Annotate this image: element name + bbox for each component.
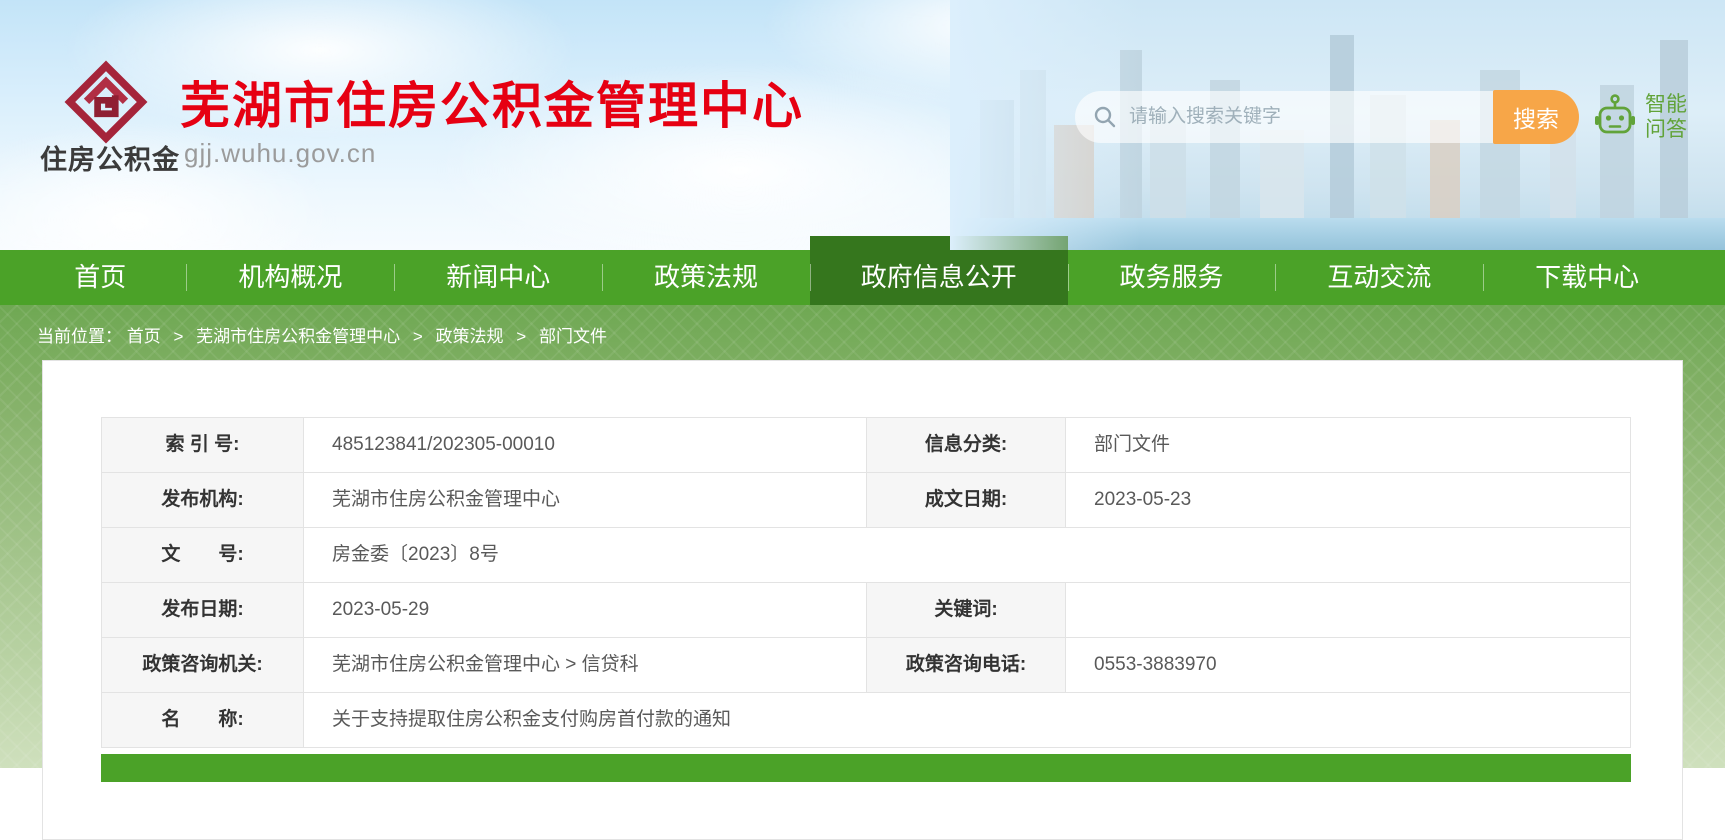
table-row: 发布日期: 2023-05-29 关键词: — [102, 583, 1630, 638]
site-header: 住房公积金 芜湖市住房公积金管理中心 gjj.wuhu.gov.cn 搜索 智能… — [0, 0, 1725, 250]
breadcrumb-home[interactable]: 首页 — [127, 327, 161, 346]
breadcrumb-current: 部门文件 — [539, 327, 607, 346]
robot-icon — [1594, 94, 1636, 140]
content-card: 索 引 号: 485123841/202305-00010 信息分类: 部门文件… — [42, 360, 1683, 840]
field-label-publish-date: 发布日期: — [102, 583, 304, 637]
field-value-issuing-agency: 芜湖市住房公积金管理中心 — [304, 473, 867, 527]
field-value-doc-number: 房金委〔2023〕8号 — [304, 528, 1632, 582]
field-label-consult-agency: 政策咨询机关: — [102, 638, 304, 692]
search-input[interactable] — [1129, 97, 1493, 137]
site-title: 芜湖市住房公积金管理中心 — [180, 66, 804, 138]
field-value-consult-phone: 0553-3883970 — [1066, 638, 1632, 692]
field-value-info-category: 部门文件 — [1066, 418, 1632, 472]
field-label-index-number: 索 引 号: — [102, 418, 304, 472]
field-label-keywords: 关键词: — [867, 583, 1066, 637]
field-value-keywords — [1066, 583, 1632, 637]
breadcrumb-policies[interactable]: 政策法规 — [436, 327, 504, 346]
main-nav: 首页 机构概况 新闻中心 政策法规 政府信息公开 政务服务 互动交流 下载中心 — [0, 250, 1725, 305]
field-label-written-date: 成文日期: — [867, 473, 1066, 527]
nav-item-interaction[interactable]: 互动交流 — [1275, 250, 1483, 305]
smart-qa-link[interactable]: 智能 问答 — [1594, 92, 1687, 142]
nav-inner: 首页 机构概况 新闻中心 政策法规 政府信息公开 政务服务 互动交流 下载中心 — [0, 250, 1725, 305]
table-row: 名 称: 关于支持提取住房公积金支付购房首付款的通知 — [102, 693, 1630, 748]
breadcrumb: 当前位置： 首页 > 芜湖市住房公积金管理中心 > 政策法规 > 部门文件 — [37, 322, 607, 347]
breadcrumb-separator: > — [516, 327, 526, 346]
logo-caption: 住房公积金 — [40, 138, 190, 177]
document-info-table: 索 引 号: 485123841/202305-00010 信息分类: 部门文件… — [101, 417, 1631, 748]
nav-item-downloads[interactable]: 下载中心 — [1483, 250, 1691, 305]
breadcrumb-separator: > — [413, 327, 423, 346]
document-section-bar — [101, 754, 1631, 782]
field-value-publish-date: 2023-05-29 — [304, 583, 867, 637]
site-logo-icon — [64, 58, 148, 146]
site-url: gjj.wuhu.gov.cn — [184, 138, 376, 169]
field-value-index-number: 485123841/202305-00010 — [304, 418, 867, 472]
field-label-info-category: 信息分类: — [867, 418, 1066, 472]
table-row: 索 引 号: 485123841/202305-00010 信息分类: 部门文件 — [102, 418, 1630, 473]
field-value-title: 关于支持提取住房公积金支付购房首付款的通知 — [304, 693, 1632, 747]
field-label-doc-number: 文 号: — [102, 528, 304, 582]
field-value-consult-agency: 芜湖市住房公积金管理中心 > 信贷科 — [304, 638, 867, 692]
breadcrumb-separator: > — [173, 327, 183, 346]
page-background: 当前位置： 首页 > 芜湖市住房公积金管理中心 > 政策法规 > 部门文件 索 … — [0, 305, 1725, 768]
nav-item-home[interactable]: 首页 — [14, 250, 186, 305]
table-row: 政策咨询机关: 芜湖市住房公积金管理中心 > 信贷科 政策咨询电话: 0553-… — [102, 638, 1630, 693]
smart-qa-label: 智能 问答 — [1645, 92, 1687, 142]
nav-item-news[interactable]: 新闻中心 — [394, 250, 602, 305]
nav-item-services[interactable]: 政务服务 — [1068, 250, 1276, 305]
breadcrumb-prefix: 当前位置： — [37, 327, 122, 346]
search-icon — [1093, 105, 1117, 129]
table-row: 发布机构: 芜湖市住房公积金管理中心 成文日期: 2023-05-23 — [102, 473, 1630, 528]
field-value-written-date: 2023-05-23 — [1066, 473, 1632, 527]
field-label-consult-phone: 政策咨询电话: — [867, 638, 1066, 692]
search-button[interactable]: 搜索 — [1493, 90, 1579, 144]
table-row: 文 号: 房金委〔2023〕8号 — [102, 528, 1630, 583]
breadcrumb-site[interactable]: 芜湖市住房公积金管理中心 — [196, 327, 400, 346]
nav-item-about[interactable]: 机构概况 — [186, 250, 394, 305]
field-label-title: 名 称: — [102, 693, 304, 747]
nav-item-policies[interactable]: 政策法规 — [602, 250, 810, 305]
field-label-issuing-agency: 发布机构: — [102, 473, 304, 527]
search-box — [1075, 91, 1493, 143]
search-area: 搜索 — [1075, 91, 1579, 143]
